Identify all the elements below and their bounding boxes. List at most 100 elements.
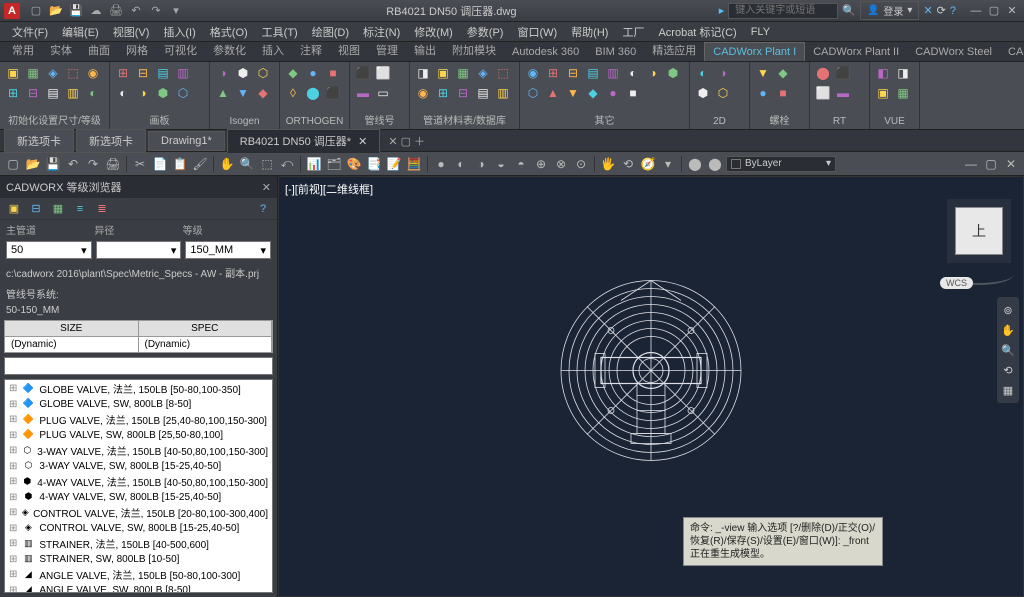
tb-sphere-icon[interactable]: ● xyxy=(432,155,450,173)
viewport-label[interactable]: [-][前视][二维线框] xyxy=(285,181,373,197)
ribbon-group-label[interactable]: 2D xyxy=(694,115,745,127)
sb-icon1[interactable]: ▣ xyxy=(6,201,22,217)
ribbon-button[interactable]: ⊞ xyxy=(114,64,132,82)
ribbon-tab[interactable]: CADWorx Plant II xyxy=(805,43,907,61)
tb-min-icon[interactable]: — xyxy=(962,155,980,173)
ribbon-tab[interactable]: Autodesk 360 xyxy=(504,43,587,61)
ribbon-tab[interactable]: 曲面 xyxy=(80,42,118,61)
ribbon-button[interactable]: ● xyxy=(604,84,622,102)
expand-icon[interactable]: ⊞ xyxy=(9,399,17,410)
view-cube[interactable]: 上 xyxy=(955,207,1003,255)
ribbon-group-label[interactable]: 管线号 xyxy=(354,111,405,127)
spec-filter-input[interactable] xyxy=(4,357,273,375)
ribbon-button[interactable]: ⬤ xyxy=(814,64,832,82)
nav-zoom-icon[interactable]: 🔍 xyxy=(999,341,1017,359)
spec-tree-item[interactable]: ⊞◈CONTROL VALVE, 法兰, 150LB [20-80,100-30… xyxy=(5,504,272,521)
spec-tree-item[interactable]: ⊞▥STRAINER, SW, 800LB [10-50] xyxy=(5,552,272,566)
ribbon-tab[interactable]: 常用 xyxy=(4,42,42,61)
add-tab-button[interactable]: ✕ ▢ ＋ xyxy=(382,131,431,151)
tb-prop-icon[interactable]: 📊 xyxy=(305,155,323,173)
combo-spec[interactable]: 150_MM▾ xyxy=(185,241,271,259)
tb-pan-icon[interactable]: ✋ xyxy=(218,155,236,173)
ribbon-button[interactable]: ◑ xyxy=(134,84,152,102)
tb-steer-icon[interactable]: 🧭 xyxy=(639,155,657,173)
tb-dc-icon[interactable]: 🗂 xyxy=(325,155,343,173)
spec-tree-item[interactable]: ⊞🔶PLUG VALVE, SW, 800LB [25,50-80,100] xyxy=(5,428,272,442)
search-icon[interactable]: 🔍 xyxy=(842,4,856,17)
qat-plot-icon[interactable]: 🖨 xyxy=(108,3,124,19)
ribbon-tab[interactable]: 可视化 xyxy=(156,42,205,61)
ribbon-button[interactable]: ⬡ xyxy=(174,84,192,102)
ribbon-button[interactable]: ▣ xyxy=(434,64,452,82)
tb-zoomwin-icon[interactable]: ⬚ xyxy=(258,155,276,173)
ribbon-group-label[interactable]: 管道材料表/数据库 xyxy=(414,111,515,127)
ribbon-button[interactable]: ◆ xyxy=(284,64,302,82)
menu-item[interactable]: 工具(T) xyxy=(256,22,304,42)
ribbon-button[interactable]: ▬ xyxy=(354,84,372,102)
ribbon-button[interactable]: ▤ xyxy=(44,84,62,102)
qat-saveas-icon[interactable]: ☁ xyxy=(88,3,104,19)
tb-sphere8-icon[interactable]: ⊙ xyxy=(572,155,590,173)
menu-item[interactable]: 标注(N) xyxy=(357,22,406,42)
tb-undo-icon[interactable]: ↶ xyxy=(64,155,82,173)
ribbon-button[interactable]: ▣ xyxy=(4,64,22,82)
ribbon-button[interactable]: ◑ xyxy=(644,64,662,82)
ribbon-button[interactable]: ⬡ xyxy=(714,84,732,102)
ribbon-button[interactable]: ▣ xyxy=(874,84,892,102)
tb-orbit-icon[interactable]: ⟲ xyxy=(619,155,637,173)
spec-tree-item[interactable]: ⊞◢ANGLE VALVE, SW, 800LB [8-50] xyxy=(5,583,272,593)
wcs-badge[interactable]: WCS xyxy=(940,277,973,289)
ribbon-tab[interactable]: CADWorx Plant I xyxy=(704,42,805,61)
exchange-icon[interactable]: ✕ xyxy=(923,4,932,17)
tb-sphere2-icon[interactable]: ◐ xyxy=(452,155,470,173)
menu-item[interactable]: 视图(V) xyxy=(107,22,156,42)
ribbon-button[interactable]: ■ xyxy=(774,84,792,102)
ribbon-button[interactable]: ◧ xyxy=(874,64,892,82)
close-button[interactable]: ✕ xyxy=(1004,4,1020,18)
panel-close-icon[interactable]: ✕ xyxy=(262,181,271,194)
spec-tree-item[interactable]: ⊞🔶PLUG VALVE, 法兰, 150LB [25,40-80,100,15… xyxy=(5,411,272,428)
ribbon-button[interactable]: ⬢ xyxy=(154,84,172,102)
ribbon-button[interactable]: ⬜ xyxy=(374,64,392,82)
ribbon-button[interactable]: ◉ xyxy=(84,64,102,82)
ribbon-tab[interactable]: 网格 xyxy=(118,42,156,61)
combo-main-size[interactable]: 50▾ xyxy=(6,241,92,259)
ribbon-button[interactable]: ⬜ xyxy=(814,84,832,102)
size-spec-row[interactable]: (Dynamic) (Dynamic) xyxy=(4,337,273,353)
ribbon-button[interactable]: ▼ xyxy=(234,84,252,102)
menu-item[interactable]: Acrobat 标记(C) xyxy=(652,22,742,42)
tb-paste-icon[interactable]: 📋 xyxy=(171,155,189,173)
ribbon-tab[interactable]: 视图 xyxy=(330,42,368,61)
nav-wheel-icon[interactable]: ⊚ xyxy=(999,301,1017,319)
ribbon-tab[interactable]: BIM 360 xyxy=(587,43,644,61)
qat-open-icon[interactable]: 📂 xyxy=(48,3,64,19)
menu-item[interactable]: 修改(M) xyxy=(408,22,459,42)
ribbon-button[interactable]: ◑ xyxy=(714,64,732,82)
ribbon-button[interactable]: ⬢ xyxy=(234,64,252,82)
expand-icon[interactable]: ⊞ xyxy=(9,414,17,425)
ribbon-button[interactable]: ▲ xyxy=(544,84,562,102)
ribbon-button[interactable]: ⬛ xyxy=(354,64,372,82)
ribbon-button[interactable]: ⬢ xyxy=(694,84,712,102)
expand-icon[interactable]: ⊞ xyxy=(9,430,17,441)
ribbon-button[interactable]: ▦ xyxy=(894,84,912,102)
ribbon-button[interactable]: ◆ xyxy=(254,84,272,102)
tb-tp-icon[interactable]: 🎨 xyxy=(345,155,363,173)
sb-icon4[interactable]: ≡ xyxy=(72,201,88,217)
tb-zoom-icon[interactable]: 🔍 xyxy=(238,155,256,173)
ribbon-button[interactable]: ⬡ xyxy=(524,84,542,102)
expand-icon[interactable]: ⊞ xyxy=(9,461,17,472)
nav-pan-icon[interactable]: ✋ xyxy=(999,321,1017,339)
tb-sphere7-icon[interactable]: ⊗ xyxy=(552,155,570,173)
ribbon-group-label[interactable]: 画板 xyxy=(114,111,205,127)
tb-save-icon[interactable]: 💾 xyxy=(44,155,62,173)
ribbon-tab[interactable]: 实体 xyxy=(42,42,80,61)
menu-item[interactable]: FLY xyxy=(745,24,776,40)
ribbon-button[interactable]: ⊟ xyxy=(134,64,152,82)
ribbon-tab[interactable]: 管理 xyxy=(368,42,406,61)
sb-icon2[interactable]: ⊟ xyxy=(28,201,44,217)
sb-icon3[interactable]: ▦ xyxy=(50,201,66,217)
ribbon-button[interactable]: ▤ xyxy=(584,64,602,82)
ribbon-button[interactable]: ◆ xyxy=(584,84,602,102)
menu-item[interactable]: 插入(I) xyxy=(157,22,201,42)
